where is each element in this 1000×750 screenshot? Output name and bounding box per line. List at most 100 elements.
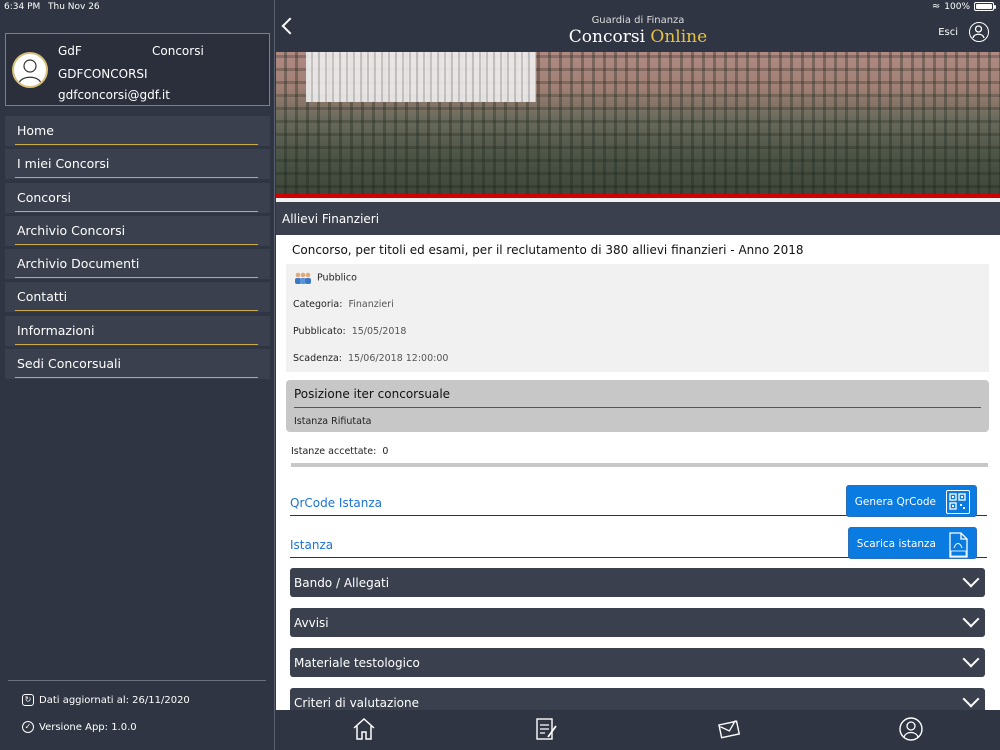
user-glyph-icon [972,25,985,39]
qrcode-row: QrCode Istanza Genera QrCode [290,478,987,517]
istanze-accettate: Istanze accettate: 0 [291,446,388,457]
chevron-down-icon [962,650,980,668]
chevron-down-icon [962,570,980,588]
iter-box: Posizione iter concorsuale Istanza Rifiu… [286,380,989,432]
concorso-info-box: Pubblico Categoria: Finanzieri Pubblicato… [286,264,989,372]
profile-card: GdF Concorsi GDFCONCORSI gdfconcorsi@gdf… [5,33,270,106]
pdf-icon [946,532,970,558]
accettate-label: Istanze accettate: [291,446,377,457]
brand-rest: nline [664,27,708,47]
status-right: ≈ 100% [931,1,996,12]
sidebar-item-label: Informazioni [17,322,95,338]
sidebar-item-label: Home [17,123,54,138]
profile-name-second: Concorsi [152,44,204,58]
profile-email: gdfconcorsi@gdf.it [58,88,170,102]
data-updated: ↻ Dati aggiornati al: 26/11/2020 [22,694,190,706]
accordion-label: Criteri di valutazione [294,696,419,710]
sidebar-item-concorsi[interactable]: Concorsi [5,182,270,213]
profile-username: GDFCONCORSI [58,67,148,81]
banner-parade-detail [306,52,536,102]
wifi-icon: ≈ [931,1,941,12]
pubblicato-label: Pubblicato: [293,326,346,337]
qrcode-icon [946,490,970,514]
visibility-row: Pubblico [293,272,357,284]
accordion-label: Avvisi [294,616,329,630]
divider [8,680,266,681]
sidebar-item-i-miei-concorsi[interactable]: I miei Concorsi [5,149,270,180]
section-header: Allievi Finanzieri [276,202,1000,235]
sidebar: GdF Concorsi GDFCONCORSI gdfconcorsi@gdf… [0,0,275,750]
people-icon [295,272,311,284]
app-version-text: Versione App: 1.0.0 [39,721,137,733]
pubblicato-value: 15/05/2018 [351,326,407,337]
accordion-materiale-testologico[interactable]: Materiale testologico [290,648,985,677]
sidebar-menu: Home I miei Concorsi Concorsi Archivio C… [5,116,270,382]
accordion-avvisi[interactable]: Avvisi [290,608,985,637]
sidebar-item-sedi-concorsuali[interactable]: Sedi Concorsuali [5,349,270,380]
banner-red-line [276,194,1000,198]
main-panel: Guardia di Finanza Concorsi Online Esci … [276,0,1000,750]
genera-qrcode-label: Genera QrCode [854,496,936,508]
chevron-down-icon [962,610,980,628]
bottom-tab-bar [276,710,1000,750]
home-icon[interactable] [351,716,377,742]
genera-qrcode-button[interactable]: Genera QrCode [845,485,977,517]
scadenza-value: 15/06/2018 12:00:00 [347,353,449,364]
avatar [12,52,48,88]
concorso-detail: Concorso, per titoli ed esami, per il re… [276,235,1000,717]
document-edit-icon[interactable] [533,716,559,742]
sidebar-item-archivio-documenti[interactable]: Archivio Documenti [5,249,270,280]
banner-image [276,52,1000,198]
categoria-value: Finanzieri [348,299,394,310]
qrcode-link[interactable]: QrCode Istanza [290,496,382,510]
sidebar-item-archivio-concorsi[interactable]: Archivio Concorsi [5,215,270,246]
accordion-bando-allegati[interactable]: Bando / Allegati [290,568,985,597]
status-date: Thu Nov 26 [48,2,100,12]
scarica-istanza-label: Scarica istanza [856,538,936,550]
battery-icon [974,2,996,11]
accettate-value: 0 [382,446,389,457]
battery-percent: 100% [944,1,970,12]
chevron-down-icon [962,690,980,708]
istanza-link[interactable]: Istanza [290,538,333,552]
istanza-row: Istanza Scarica istanza [290,520,987,559]
scarica-istanza-button[interactable]: Scarica istanza [847,527,977,559]
section-title: Allievi Finanzieri [282,212,380,226]
scadenza-label: Scadenza: [293,353,342,364]
user-icon[interactable] [898,716,924,742]
status-bar: 6:34 PM Thu Nov 26 ≈ 100% [0,0,1000,15]
user-silhouette-icon [18,59,42,85]
logout-button[interactable]: Esci [938,27,958,38]
profile-name-first: GdF [58,44,82,58]
iter-title: Posizione iter concorsuale [294,387,451,401]
sidebar-item-home[interactable]: Home [5,116,270,146]
sidebar-item-label: Contatti [17,289,68,305]
brand-o-check: O [650,27,665,47]
iter-status: Istanza Rifiutata [294,416,372,427]
categoria-row: Categoria: Finanzieri [293,299,394,310]
sidebar-item-label: Concorsi [17,189,71,205]
pubblicato-row: Pubblicato: 15/05/2018 [293,326,406,337]
divider [291,463,988,467]
data-updated-text: Dati aggiornati al: 26/11/2020 [39,694,190,706]
check-icon: ✓ [22,721,34,733]
sidebar-item-informazioni[interactable]: Informazioni [5,315,270,346]
divider [294,407,981,408]
sidebar-item-label: Archivio Concorsi [17,222,126,238]
sidebar-item-label: I miei Concorsi [17,156,110,172]
categoria-label: Categoria: [293,299,343,310]
concorso-title: Concorso, per titoli ed esami, per il re… [292,243,804,257]
sidebar-item-label: Archivio Documenti [17,256,140,272]
status-time: 6:34 PM [4,2,41,12]
brand-main: Concorsi [568,27,646,47]
brand-logo: Concorsi Online [276,27,1000,47]
sidebar-item-contatti[interactable]: Contatti [5,282,270,313]
app-version: ✓ Versione App: 1.0.0 [22,721,137,733]
visibility-text: Pubblico [317,272,357,284]
mail-icon[interactable] [716,716,742,742]
sync-icon: ↻ [22,694,34,706]
user-icon[interactable] [969,22,989,42]
accordion-label: Bando / Allegati [294,576,390,590]
brand-subtitle: Guardia di Finanza [591,15,685,26]
scadenza-row: Scadenza: 15/06/2018 12:00:00 [293,353,448,364]
